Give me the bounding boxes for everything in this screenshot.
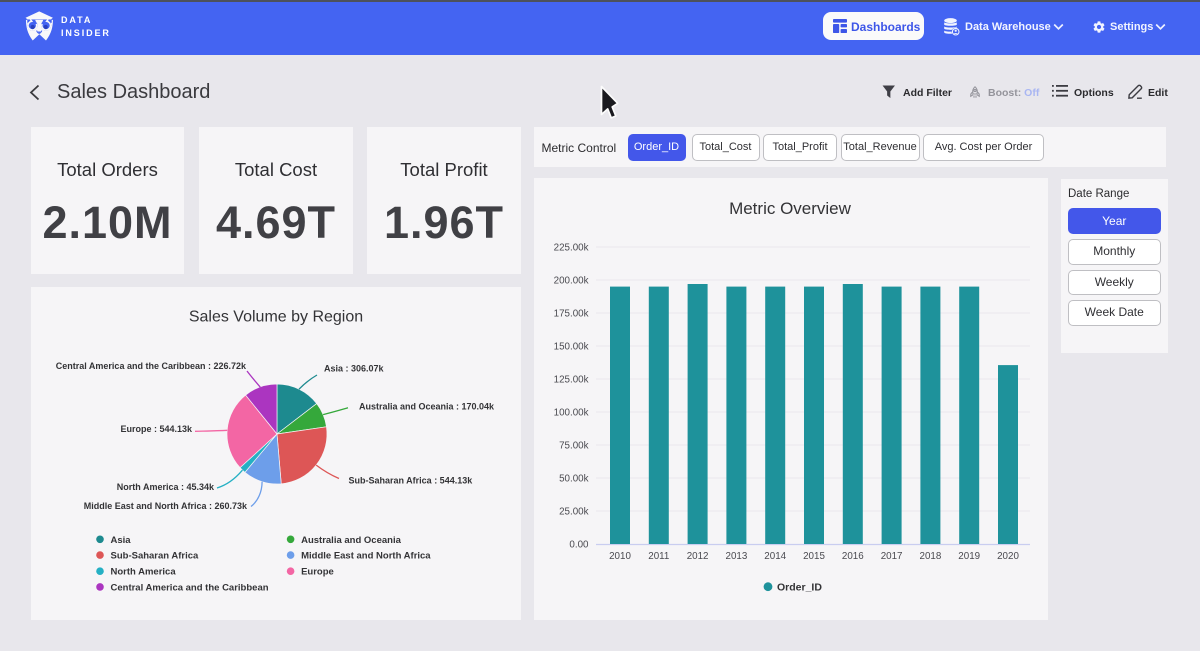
svg-text:0.00: 0.00 [569, 540, 589, 551]
svg-text:75.00k: 75.00k [559, 441, 589, 452]
svg-text:Europe : 544.13k: Europe : 544.13k [120, 424, 193, 434]
svg-text:2014: 2014 [764, 551, 786, 562]
svg-text:Sub-Saharan Africa: Sub-Saharan Africa [111, 551, 200, 562]
svg-text:200.00k: 200.00k [554, 276, 589, 287]
svg-text:2018: 2018 [920, 551, 942, 562]
svg-text:150.00k: 150.00k [554, 342, 589, 353]
svg-text:2019: 2019 [958, 551, 980, 562]
svg-text:125.00k: 125.00k [554, 375, 589, 386]
svg-text:Sub-Saharan Africa : 544.13k: Sub-Saharan Africa : 544.13k [349, 476, 474, 486]
svg-text:Sales Volume by Region: Sales Volume by Region [189, 309, 363, 326]
svg-text:225.00k: 225.00k [554, 243, 589, 254]
svg-text:Metric Overview: Metric Overview [729, 199, 852, 218]
svg-text:2017: 2017 [881, 551, 903, 562]
svg-text:Central America and the Caribb: Central America and the Caribbean : 226.… [56, 361, 247, 371]
svg-text:Middle East and North Africa :: Middle East and North Africa : 260.73k [84, 501, 248, 511]
svg-text:Central America and the Caribb: Central America and the Caribbean [111, 582, 269, 593]
svg-text:2012: 2012 [687, 551, 709, 562]
svg-text:North America: North America [111, 567, 177, 578]
svg-text:Europe: Europe [301, 567, 334, 578]
svg-text:175.00k: 175.00k [554, 309, 589, 320]
svg-text:2020: 2020 [997, 551, 1019, 562]
svg-text:Australia and Oceania: Australia and Oceania [301, 535, 402, 546]
svg-text:50.00k: 50.00k [559, 474, 589, 485]
svg-text:Asia: Asia [111, 535, 132, 546]
svg-text:2015: 2015 [803, 551, 825, 562]
svg-text:Order_ID: Order_ID [777, 581, 822, 593]
svg-text:2010: 2010 [609, 551, 631, 562]
svg-text:2013: 2013 [726, 551, 748, 562]
svg-text:Middle East and North Africa: Middle East and North Africa [301, 551, 431, 562]
svg-text:100.00k: 100.00k [554, 408, 589, 419]
svg-text:2016: 2016 [842, 551, 864, 562]
svg-text:North America : 45.34k: North America : 45.34k [117, 482, 215, 492]
svg-text:Australia and Oceania : 170.04: Australia and Oceania : 170.04k [359, 402, 495, 412]
svg-text:2011: 2011 [648, 551, 669, 562]
svg-text:25.00k: 25.00k [559, 507, 589, 518]
svg-text:Asia : 306.07k: Asia : 306.07k [324, 364, 385, 374]
